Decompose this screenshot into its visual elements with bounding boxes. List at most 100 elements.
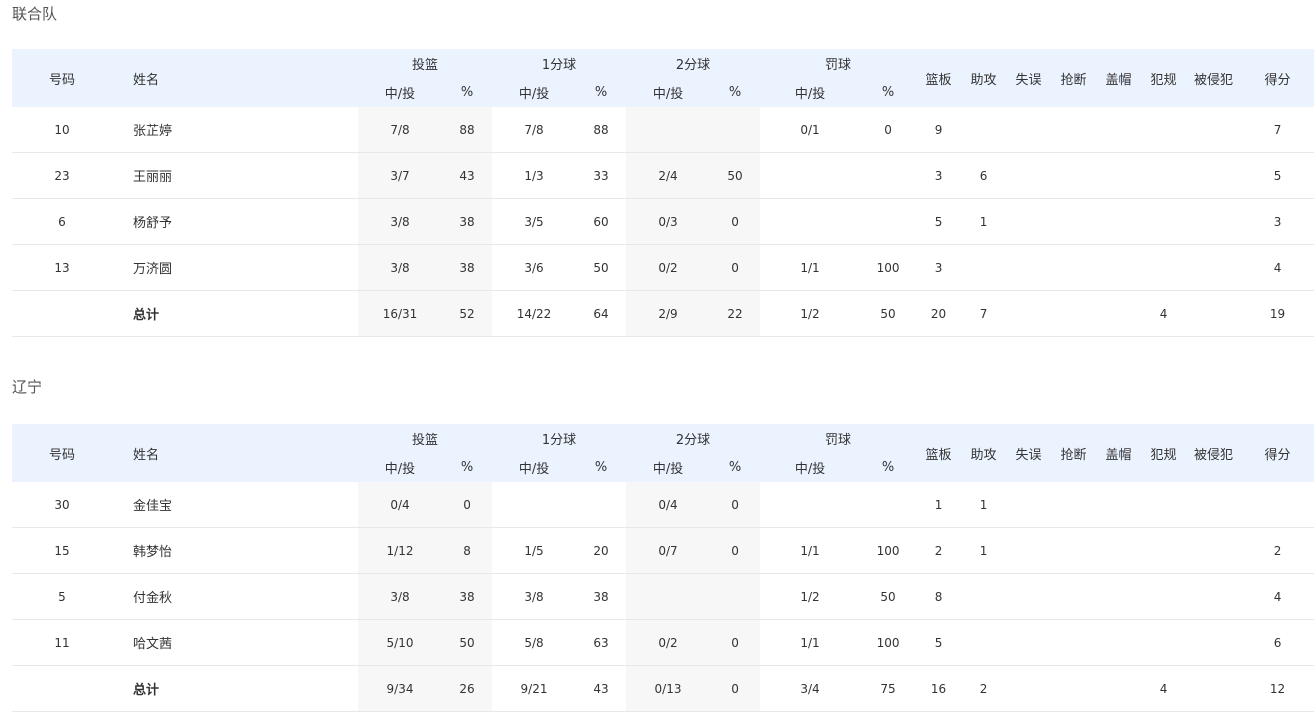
header-reb: 篮板 [916, 424, 962, 482]
cell-two-made-att: 2/4 [626, 152, 711, 199]
box-score-table-0: 号码 姓名 投篮 1分球 2分球 罚球 篮板 助攻 失误 抢断 盖帽 犯规 被侵… [12, 49, 1314, 337]
header-two: 2分球 [626, 424, 761, 453]
table-body-1: 30 金佳宝 0/4 0 0/4 0 1 1 15 韩梦怡 1/12 8 1/5 20 0/7 0 1/1 100… [12, 482, 1314, 712]
cell-fg-pct: 8 [442, 527, 493, 574]
cell-ast: 7 [961, 290, 1007, 337]
cell-ast [961, 244, 1007, 291]
table-row: 23 王丽丽 3/7 43 1/3 33 2/4 50 3 6 5 [12, 152, 1314, 199]
cell-one-made-att: 3/8 [492, 573, 577, 620]
table-row: 30 金佳宝 0/4 0 0/4 0 1 1 [12, 482, 1314, 528]
cell-number: 5 [12, 573, 112, 620]
header-fd: 被侵犯 [1186, 49, 1242, 107]
header-pts: 得分 [1241, 424, 1314, 482]
cell-number [12, 665, 112, 712]
cell-blk [1096, 244, 1142, 291]
total-row: 总计 16/31 52 14/22 64 2/9 22 1/2 50 20 7 4 19 [12, 290, 1314, 337]
cell-one-made-att: 9/21 [492, 665, 577, 712]
cell-fg-pct: 26 [442, 665, 493, 712]
cell-pts: 4 [1241, 244, 1314, 291]
header-blk: 盖帽 [1096, 424, 1142, 482]
subheader-one-made-att: 中/投 [492, 78, 577, 107]
header-fd: 被侵犯 [1186, 424, 1242, 482]
cell-reb: 2 [916, 527, 962, 574]
cell-ft-made-att: 0/1 [760, 107, 861, 153]
cell-pts: 4 [1241, 573, 1314, 620]
cell-ft-made-att [760, 152, 861, 199]
cell-stl [1051, 152, 1097, 199]
subheader-ft-made-att: 中/投 [760, 78, 861, 107]
cell-two-made-att: 0/2 [626, 244, 711, 291]
cell-tov [1006, 619, 1052, 666]
cell-name: 哈文茜 [112, 619, 358, 666]
cell-ft-pct: 100 [860, 619, 917, 666]
header-pts: 得分 [1241, 49, 1314, 107]
header-one: 1分球 [492, 49, 627, 78]
cell-one-pct: 38 [576, 573, 627, 620]
cell-fd [1186, 482, 1242, 528]
cell-fd [1186, 198, 1242, 245]
cell-name: 总计 [112, 290, 358, 337]
cell-blk [1096, 482, 1142, 528]
subheader-ft-pct: % [860, 453, 917, 482]
cell-reb: 16 [916, 665, 962, 712]
cell-fg-made-att: 3/8 [358, 244, 442, 291]
team-title-0: 联合队 [12, 5, 58, 23]
cell-ft-pct: 0 [860, 107, 917, 153]
subheader-fg-made-att: 中/投 [358, 453, 442, 482]
subheader-one-made-att: 中/投 [492, 453, 577, 482]
total-row: 总计 9/34 26 9/21 43 0/13 0 3/4 75 16 2 4 12 [12, 665, 1314, 712]
cell-two-pct: 0 [710, 244, 761, 291]
cell-fd [1186, 290, 1242, 337]
cell-fd [1186, 107, 1242, 153]
cell-stl [1051, 619, 1097, 666]
subheader-ft-pct: % [860, 78, 917, 107]
cell-tov [1006, 290, 1052, 337]
cell-pf [1141, 198, 1187, 245]
cell-reb: 1 [916, 482, 962, 528]
cell-blk [1096, 665, 1142, 712]
cell-one-pct: 60 [576, 198, 627, 245]
cell-tov [1006, 152, 1052, 199]
cell-tov [1006, 107, 1052, 153]
cell-blk [1096, 527, 1142, 574]
cell-number [12, 290, 112, 337]
cell-name: 总计 [112, 665, 358, 712]
cell-pf [1141, 482, 1187, 528]
cell-ft-made-att: 1/1 [760, 527, 861, 574]
cell-one-pct: 20 [576, 527, 627, 574]
cell-blk [1096, 152, 1142, 199]
cell-pts: 5 [1241, 152, 1314, 199]
cell-one-made-att: 3/5 [492, 198, 577, 245]
cell-fg-made-att: 0/4 [358, 482, 442, 528]
header-fg: 投篮 [358, 49, 493, 78]
cell-name: 张芷婷 [112, 107, 358, 153]
cell-fg-pct: 38 [442, 198, 493, 245]
cell-stl [1051, 665, 1097, 712]
cell-ft-made-att: 1/2 [760, 290, 861, 337]
cell-two-made-att [626, 573, 711, 620]
cell-tov [1006, 665, 1052, 712]
cell-number: 15 [12, 527, 112, 574]
cell-ft-pct [860, 152, 917, 199]
cell-blk [1096, 290, 1142, 337]
cell-ft-made-att: 3/4 [760, 665, 861, 712]
cell-fd [1186, 152, 1242, 199]
table-row: 5 付金秋 3/8 38 3/8 38 1/2 50 8 4 [12, 573, 1314, 620]
cell-stl [1051, 527, 1097, 574]
cell-two-pct: 0 [710, 482, 761, 528]
cell-name: 王丽丽 [112, 152, 358, 199]
cell-ft-made-att: 1/1 [760, 244, 861, 291]
cell-one-made-att: 3/6 [492, 244, 577, 291]
cell-stl [1051, 482, 1097, 528]
cell-ft-pct [860, 198, 917, 245]
cell-fd [1186, 573, 1242, 620]
cell-name: 付金秋 [112, 573, 358, 620]
cell-one-made-att: 7/8 [492, 107, 577, 153]
cell-fd [1186, 619, 1242, 666]
cell-fg-pct: 43 [442, 152, 493, 199]
cell-blk [1096, 573, 1142, 620]
cell-one-pct: 63 [576, 619, 627, 666]
cell-stl [1051, 107, 1097, 153]
cell-two-pct [710, 107, 761, 153]
cell-ft-made-att: 1/1 [760, 619, 861, 666]
